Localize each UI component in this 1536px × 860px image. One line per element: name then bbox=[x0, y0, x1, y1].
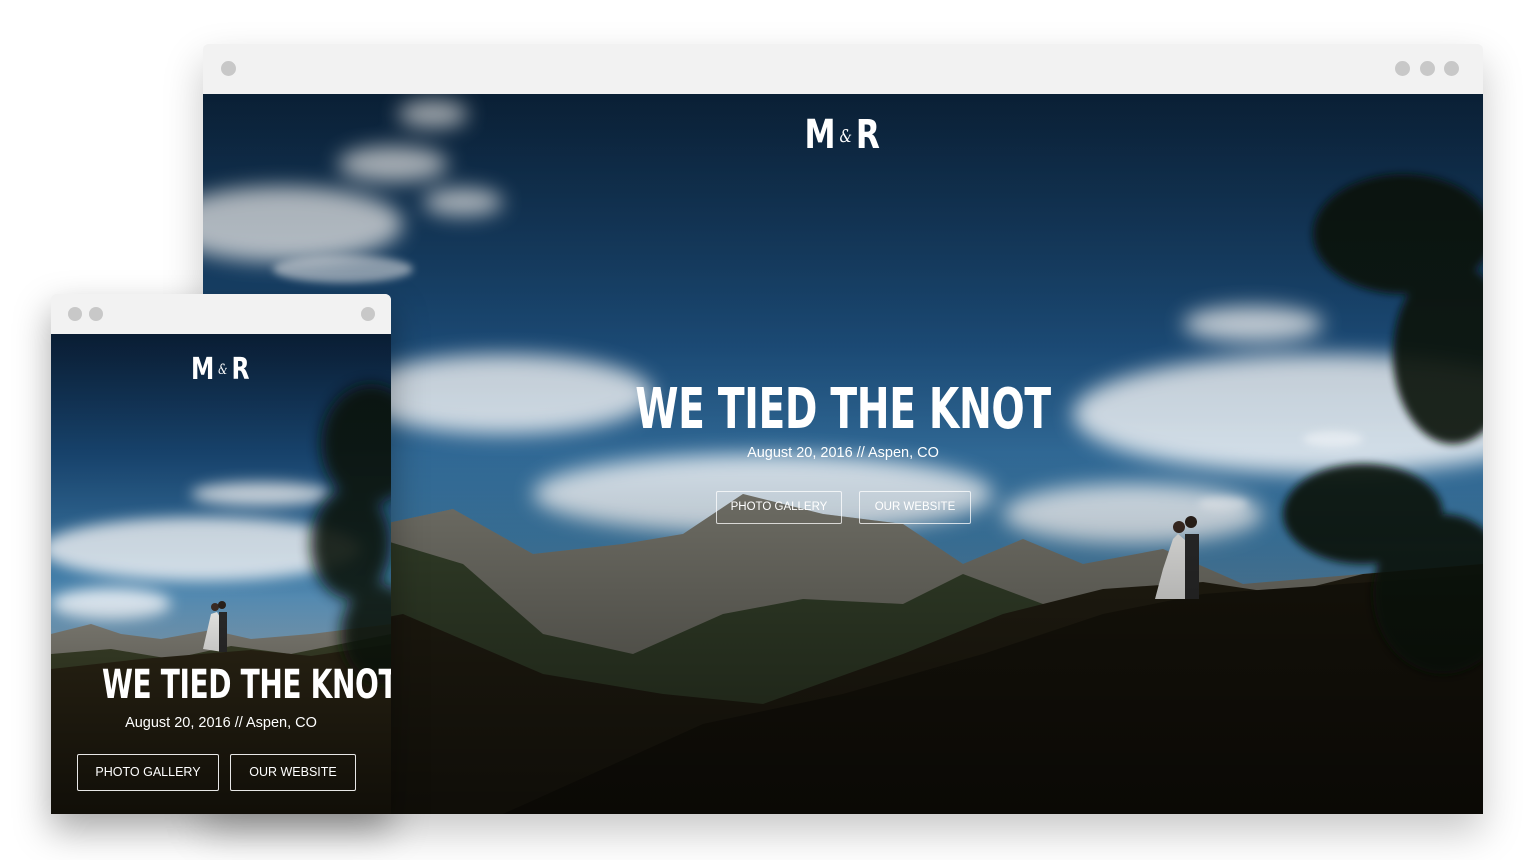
window-dot-icon bbox=[361, 307, 375, 321]
mobile-browser-chrome bbox=[51, 294, 391, 334]
logo-ampersand: & bbox=[218, 362, 230, 379]
logo-ampersand: & bbox=[839, 125, 854, 147]
window-dot-icon bbox=[221, 61, 236, 76]
desktop-browser-chrome bbox=[203, 44, 1483, 94]
window-dot-icon bbox=[68, 307, 82, 321]
logo-initial-left: M bbox=[190, 352, 216, 387]
mobile-hero-overlay: M &R WE TIED THE KNOT August 20, 2016 // … bbox=[51, 334, 391, 814]
our-website-button[interactable]: OUR WEBSITE bbox=[230, 754, 356, 791]
hero-headline: WE TIED THE KNOT bbox=[635, 377, 1051, 442]
window-dot-icon bbox=[89, 307, 103, 321]
monogram-logo[interactable]: M &R bbox=[88, 352, 353, 387]
desktop-hero-overlay: M &R WE TIED THE KNOT August 20, 2016 // … bbox=[203, 94, 1483, 814]
hero-date-location: August 20, 2016 // Aspen, CO bbox=[747, 445, 939, 461]
window-dot-icon bbox=[1420, 61, 1435, 76]
window-dot-icon bbox=[1395, 61, 1410, 76]
logo-initial-right: R bbox=[231, 352, 252, 387]
hero-date-location: August 20, 2016 // Aspen, CO bbox=[125, 715, 317, 731]
photo-gallery-button[interactable]: PHOTO GALLERY bbox=[716, 491, 842, 524]
logo-initial-left: M bbox=[804, 112, 838, 158]
hero-headline: WE TIED THE KNOT bbox=[102, 662, 391, 708]
desktop-browser-window: M &R WE TIED THE KNOT August 20, 2016 // … bbox=[203, 44, 1483, 814]
our-website-button[interactable]: OUR WEBSITE bbox=[859, 491, 971, 524]
photo-gallery-button[interactable]: PHOTO GALLERY bbox=[77, 754, 219, 791]
monogram-logo[interactable]: M &R bbox=[344, 112, 1342, 158]
desktop-hero: M &R WE TIED THE KNOT August 20, 2016 // … bbox=[203, 94, 1483, 814]
mobile-browser-window: M &R WE TIED THE KNOT August 20, 2016 // … bbox=[51, 294, 391, 814]
mobile-hero: M &R WE TIED THE KNOT August 20, 2016 // … bbox=[51, 334, 391, 814]
window-dot-icon bbox=[1444, 61, 1459, 76]
logo-initial-right: R bbox=[855, 112, 882, 158]
